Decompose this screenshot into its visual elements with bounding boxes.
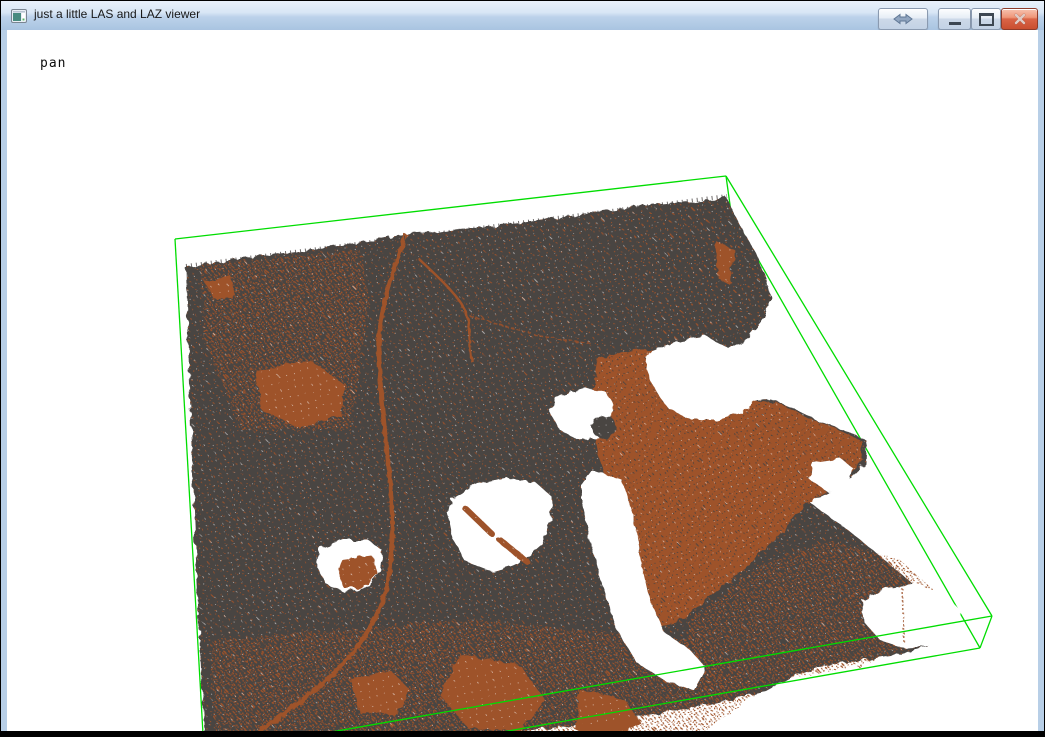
point-cloud-terrain (186, 198, 962, 731)
maximize-icon (979, 13, 994, 26)
maximize-button[interactable] (971, 8, 1001, 30)
interaction-mode-label: pan (40, 56, 66, 71)
window-title: just a little LAS and LAZ viewer (34, 7, 200, 21)
viewport[interactable]: pan (1, 30, 1044, 731)
app-icon (11, 8, 27, 24)
minimize-button[interactable] (938, 8, 971, 30)
box-right-corner-edge (980, 616, 992, 648)
desktop: { "window": { "title": "just a little LA… (0, 0, 1045, 737)
minimize-icon (949, 22, 961, 25)
close-button[interactable] (1001, 8, 1038, 30)
point-cloud-scene (7, 30, 1038, 731)
close-icon (1014, 13, 1026, 25)
resize-horizontal-button[interactable] (878, 8, 928, 30)
double-horizontal-arrow-icon (892, 13, 914, 25)
app-window: just a little LAS and LAZ viewer (1, 1, 1044, 731)
titlebar[interactable]: just a little LAS and LAZ viewer (1, 1, 1044, 31)
